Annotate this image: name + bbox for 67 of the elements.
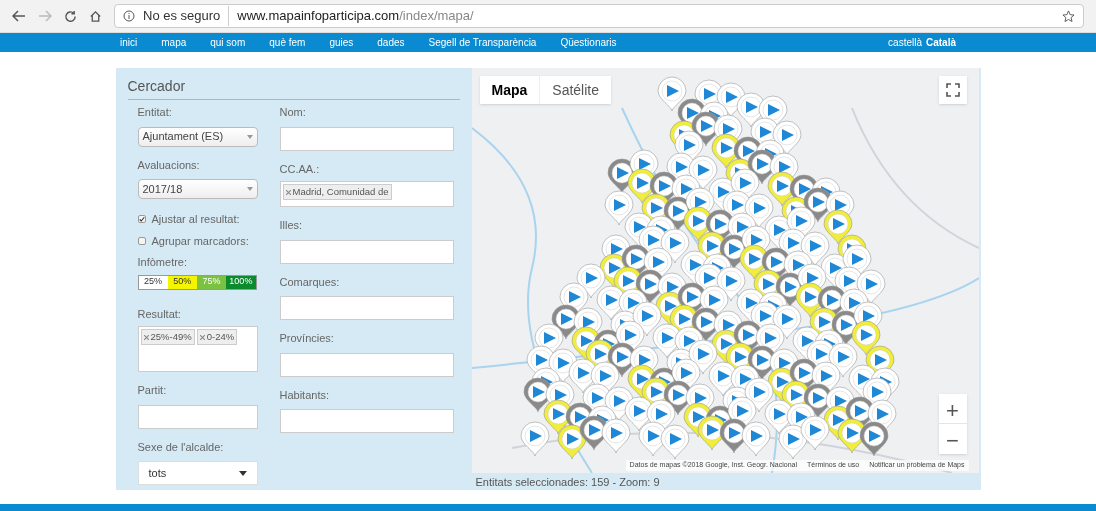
field-label: Avaluacions:: [137, 157, 201, 173]
field-label: Províncies:: [279, 331, 335, 346]
remove-icon[interactable]: [199, 334, 205, 340]
tag-chip[interactable]: 0-24%: [196, 329, 238, 346]
remove-icon[interactable]: [143, 334, 149, 340]
text-field[interactable]: [137, 404, 258, 429]
map-status: Entitats seleccionades: 159 - Zoom: 9: [474, 474, 661, 490]
meter-segment: 75%: [197, 275, 227, 289]
field-label: Habitants:: [279, 387, 331, 403]
nav-link[interactable]: inici: [120, 35, 138, 50]
text-field[interactable]: [279, 409, 454, 433]
tag-chip[interactable]: 25%-49%: [140, 329, 195, 346]
tag-input-field[interactable]: Madrid, Comunidad de: [279, 181, 454, 207]
language-link[interactable]: Català: [926, 35, 956, 50]
home-icon[interactable]: [89, 9, 102, 23]
field-label: CC.AA.:: [279, 161, 321, 177]
checkbox-label: Agrupar marcadors:: [151, 233, 249, 249]
meter-segment: 25%: [138, 275, 168, 289]
reload-icon[interactable]: [64, 9, 77, 23]
field-label: Entitat:: [137, 105, 173, 120]
dropdown-field[interactable]: tots: [137, 461, 258, 485]
nav-link[interactable]: dades: [377, 35, 405, 50]
nav-link[interactable]: què fem: [269, 35, 306, 50]
zoom-out-button[interactable]: −: [938, 424, 967, 454]
fullscreen-button[interactable]: [938, 76, 967, 104]
back-icon[interactable]: [12, 10, 26, 22]
nav-link[interactable]: mapa: [161, 35, 187, 50]
fullscreen-icon: [945, 83, 960, 97]
field-label: Nom:: [279, 105, 307, 120]
security-label: No es seguro: [143, 6, 230, 26]
text-field[interactable]: [279, 296, 454, 320]
panel-title: Cercador: [127, 76, 460, 100]
field-label: Sexe de l'alcalde:: [137, 439, 225, 455]
address-bar[interactable]: No es seguro www.mapainfoparticipa.com/index/mapa/: [114, 4, 1084, 28]
text-field[interactable]: [279, 352, 454, 377]
meter-segment: 50%: [167, 275, 197, 289]
select-field[interactable]: 2017/18: [137, 179, 258, 199]
tag-chip[interactable]: Madrid, Comunidad de: [282, 184, 392, 201]
zoom-in-button[interactable]: +: [938, 394, 967, 424]
checkbox[interactable]: [137, 236, 146, 245]
caret-icon: [246, 187, 253, 191]
star-icon[interactable]: [1062, 9, 1075, 23]
caret-icon: [238, 470, 247, 476]
checkbox[interactable]: [137, 215, 146, 224]
map-type-tab[interactable]: Mapa: [479, 76, 540, 104]
forward-icon[interactable]: [38, 10, 52, 22]
language-link[interactable]: castellà: [888, 35, 922, 50]
nav-link[interactable]: Segell de Transparència: [428, 35, 537, 50]
nav-link[interactable]: qui som: [210, 35, 246, 50]
caret-icon: [246, 134, 253, 139]
remove-icon[interactable]: [285, 189, 291, 195]
meter-segment: 100%: [226, 275, 256, 289]
url-text: www.mapainfoparticipa.com/index/mapa/: [237, 7, 474, 26]
field-label: Infòmetre:: [137, 255, 189, 270]
text-field[interactable]: [279, 239, 454, 264]
map-type-tab[interactable]: Satélite: [539, 76, 611, 104]
field-label: Partit:: [137, 383, 168, 398]
info-icon: [123, 10, 135, 22]
nav-link[interactable]: guies: [329, 35, 354, 50]
select-field[interactable]: Ajuntament (ES): [137, 126, 258, 147]
nav-link[interactable]: Qüestionaris: [560, 35, 617, 50]
field-label: Resultat:: [137, 306, 182, 322]
field-label: Illes:: [279, 218, 304, 233]
text-field[interactable]: [279, 126, 454, 151]
checkbox-label: Ajustar al resultat:: [151, 212, 240, 227]
field-label: Comarques:: [279, 274, 341, 290]
tag-input-field[interactable]: 25%-49% 0-24%: [137, 326, 258, 372]
